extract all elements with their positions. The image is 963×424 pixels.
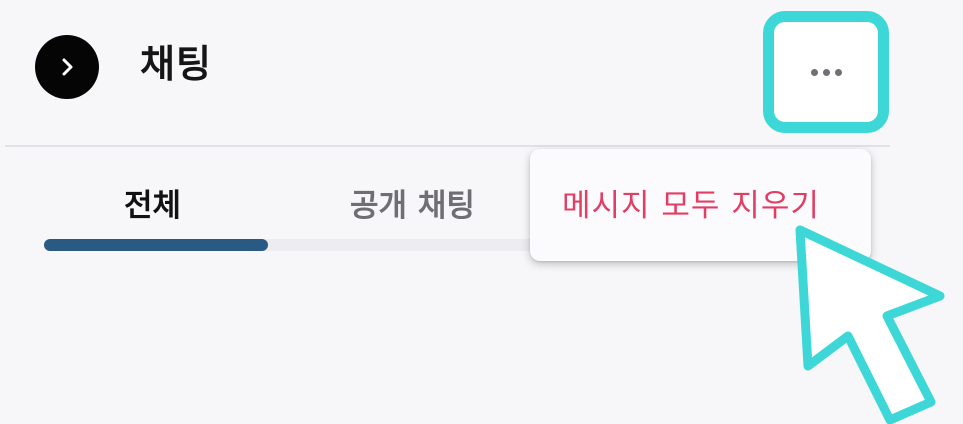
tab-public-chat[interactable]: 공개 채팅 (350, 180, 475, 232)
active-tab-indicator (44, 239, 268, 251)
more-horizontal-icon (810, 68, 818, 76)
more-options-menu: 메시지 모두 지우기 (530, 149, 871, 261)
chevron-right-icon (62, 58, 73, 76)
more-options-button[interactable] (774, 22, 878, 122)
tab-all[interactable]: 전체 (124, 180, 181, 232)
more-button-highlight (763, 11, 889, 133)
header-divider (5, 145, 890, 147)
more-horizontal-icon-dot (834, 68, 842, 76)
collapse-panel-button[interactable] (35, 35, 99, 99)
chat-panel: 채팅 전체 공개 채팅 메시지 모두 지우기 (0, 0, 963, 424)
page-title: 채팅 (140, 42, 212, 86)
menu-item-clear-all-messages[interactable]: 메시지 모두 지우기 (562, 181, 820, 231)
more-horizontal-icon-dot (822, 68, 830, 76)
